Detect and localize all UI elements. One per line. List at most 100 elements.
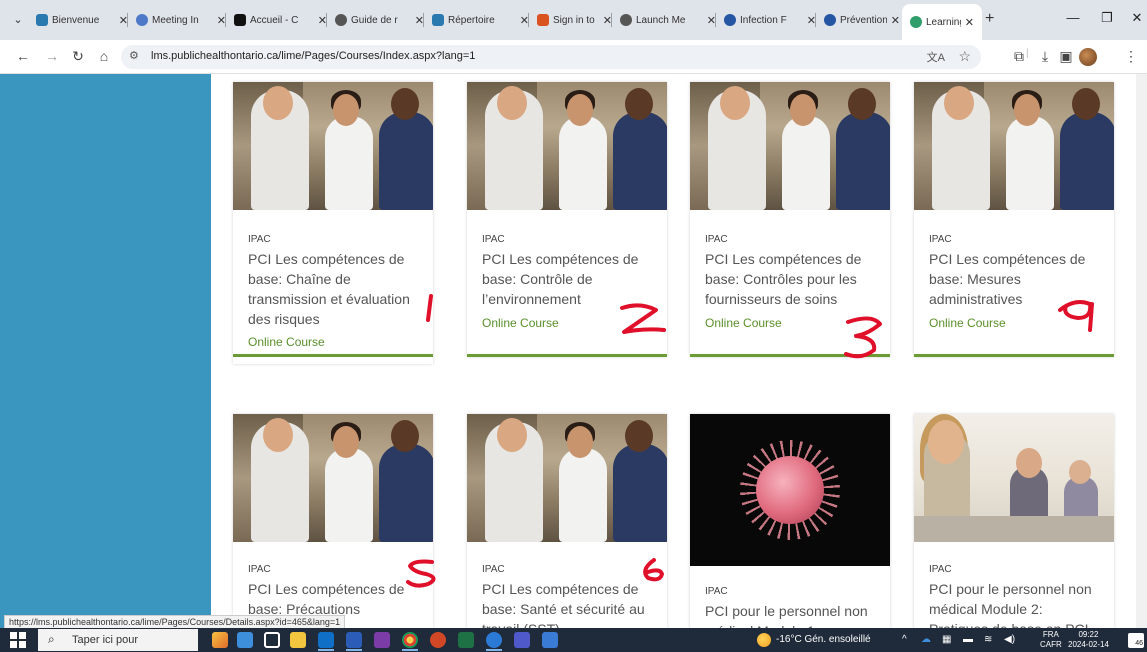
course-card[interactable]: IPAC PCI Les compétences de base: Chaîne… — [233, 82, 433, 364]
tab-separator — [225, 13, 226, 27]
course-title[interactable]: PCI Les compétences de base: Mesures adm… — [929, 249, 1104, 309]
tab-repertoire[interactable]: Répertoire ✕ — [432, 9, 529, 31]
course-type: Online Course — [705, 316, 782, 330]
close-icon[interactable]: ✕ — [965, 16, 974, 29]
favicon-icon — [234, 14, 246, 26]
page-sidebar — [0, 74, 211, 628]
wifi-icon[interactable]: ≋ — [984, 634, 992, 645]
course-card[interactable]: IPAC PCI pour le personnel non médical M… — [690, 414, 890, 628]
maximize-icon[interactable]: ❐ — [1097, 10, 1117, 26]
tab-bienvenue[interactable]: Bienvenue ✕ — [36, 9, 128, 31]
translate-icon[interactable]: 文A — [927, 49, 945, 65]
people-icon[interactable] — [237, 632, 253, 648]
edge-icon[interactable] — [486, 632, 502, 648]
course-thumbnail-clinic — [690, 82, 890, 210]
keyboard-layout: CAFR — [1040, 640, 1062, 649]
running-indicator — [402, 649, 418, 651]
cloud-icon[interactable]: ☁ — [921, 634, 931, 645]
tab-accueil[interactable]: Accueil - C ✕ — [234, 9, 327, 31]
site-info-icon[interactable]: ⚙ — [129, 49, 139, 62]
course-card[interactable]: IPAC PCI Les compétences de base: Contrô… — [467, 82, 667, 357]
onenote-icon[interactable] — [374, 632, 390, 648]
bookmark-star-icon[interactable]: ☆ — [958, 48, 971, 65]
document-app-icon[interactable] — [542, 632, 558, 648]
favicon-icon — [432, 14, 444, 26]
tab-separator — [127, 13, 128, 27]
network-icon[interactable]: ▦ — [942, 634, 951, 645]
widgets-icon[interactable] — [212, 632, 228, 648]
close-icon[interactable]: ✕ — [891, 14, 900, 27]
link-status-tooltip: https://lms.publichealthontario.ca/lime/… — [4, 615, 346, 629]
chrome-icon[interactable] — [402, 632, 418, 648]
tab-separator — [611, 13, 612, 27]
outlook-icon[interactable] — [318, 632, 334, 648]
course-card[interactable]: IPAC PCI pour le personnel non médical M… — [914, 414, 1114, 628]
weather-text[interactable]: -16°C Gén. ensoleillé — [776, 634, 871, 645]
search-placeholder: Taper ici pour — [72, 634, 139, 646]
tab-launch[interactable]: Launch Me ✕ — [620, 9, 716, 31]
tab-separator — [326, 13, 327, 27]
minimize-icon[interactable]: — — [1063, 10, 1083, 25]
new-tab-icon[interactable]: + — [985, 10, 994, 28]
home-icon[interactable]: ⌂ — [95, 48, 113, 64]
notification-count: 46 — [1135, 640, 1143, 647]
course-category: IPAC — [929, 234, 952, 245]
tab-title: Meeting In — [152, 14, 199, 26]
download-icon[interactable]: ⤓ — [1036, 48, 1054, 65]
tab-title: Learning L — [926, 16, 961, 28]
course-card[interactable]: IPAC PCI Les compétences de base: Santé … — [467, 414, 667, 628]
course-category: IPAC — [482, 564, 505, 575]
page-scrollbar[interactable] — [1136, 74, 1147, 628]
file-explorer-icon[interactable] — [290, 632, 306, 648]
card-accent-bar — [690, 354, 890, 357]
tab-separator — [528, 13, 529, 27]
favicon-icon — [620, 14, 632, 26]
battery-icon[interactable]: ▬ — [963, 634, 973, 645]
toolbar-divider: | — [1026, 48, 1029, 59]
card-accent-bar — [467, 354, 667, 357]
taskbar-search-input[interactable]: ⌕ Taper ici pour — [38, 629, 198, 651]
notification-center-icon[interactable]: 46 — [1128, 633, 1144, 648]
course-title[interactable]: PCI pour le personnel non médical Module… — [705, 601, 880, 628]
tab-guide[interactable]: Guide de r ✕ — [335, 9, 424, 31]
word-icon[interactable] — [346, 632, 362, 648]
tray-chevron-icon[interactable]: ^ — [902, 634, 907, 645]
language-indicator[interactable]: FRA CAFR — [1040, 630, 1062, 650]
volume-icon[interactable]: ◀) — [1004, 634, 1015, 645]
tab-meeting[interactable]: Meeting In ✕ — [136, 9, 226, 31]
windows-start-icon[interactable] — [10, 632, 26, 648]
sidepanel-icon[interactable]: ▣ — [1057, 48, 1075, 65]
profile-avatar[interactable] — [1079, 48, 1097, 66]
system-clock[interactable]: 09:22 2024-02-14 — [1068, 630, 1109, 650]
back-icon[interactable]: ← — [14, 48, 32, 64]
course-title[interactable]: PCI Les compétences de base: Santé et sé… — [482, 579, 657, 628]
reload-icon[interactable]: ↻ — [69, 48, 87, 65]
course-card[interactable]: IPAC PCI Les compétences de base: Contrô… — [690, 82, 890, 357]
search-icon: ⌕ — [48, 632, 55, 646]
tab-sign-in[interactable]: Sign in to ✕ — [537, 9, 612, 31]
course-thumbnail-virus — [690, 414, 890, 566]
weather-sun-icon[interactable] — [757, 633, 771, 647]
course-title[interactable]: PCI Les compétences de base: Précautions — [248, 579, 423, 619]
task-view-icon[interactable] — [264, 632, 280, 648]
tab-search-icon[interactable]: ⌄ — [10, 12, 26, 28]
excel-icon[interactable] — [458, 632, 474, 648]
course-card[interactable]: IPAC PCI Les compétences de base: Précau… — [233, 414, 433, 628]
window-close-icon[interactable]: ✕ — [1127, 10, 1147, 26]
course-title[interactable]: PCI Les compétences de base: Contrôles p… — [705, 249, 880, 309]
tab-learning-active[interactable]: Learning L ✕ — [902, 4, 982, 40]
course-title[interactable]: PCI Les compétences de base: Chaîne de t… — [248, 249, 423, 329]
menu-icon[interactable]: ⋮ — [1122, 48, 1140, 65]
powerpoint-icon[interactable] — [430, 632, 446, 648]
tab-infection[interactable]: Infection F ✕ — [724, 9, 816, 31]
tab-separator — [815, 13, 816, 27]
course-title[interactable]: PCI pour le personnel non médical Module… — [929, 579, 1104, 628]
teams-icon[interactable] — [514, 632, 530, 648]
tab-prevention[interactable]: Prévention ✕ — [824, 9, 900, 31]
url-field[interactable]: ⚙ lms.publichealthontario.ca/lime/Pages/… — [121, 45, 981, 69]
course-card[interactable]: IPAC PCI Les compétences de base: Mesure… — [914, 82, 1114, 357]
forward-icon[interactable]: → — [43, 48, 61, 64]
course-title[interactable]: PCI Les compétences de base: Contrôle de… — [482, 249, 657, 309]
card-accent-bar — [233, 354, 433, 357]
tab-title: Launch Me — [636, 14, 686, 26]
